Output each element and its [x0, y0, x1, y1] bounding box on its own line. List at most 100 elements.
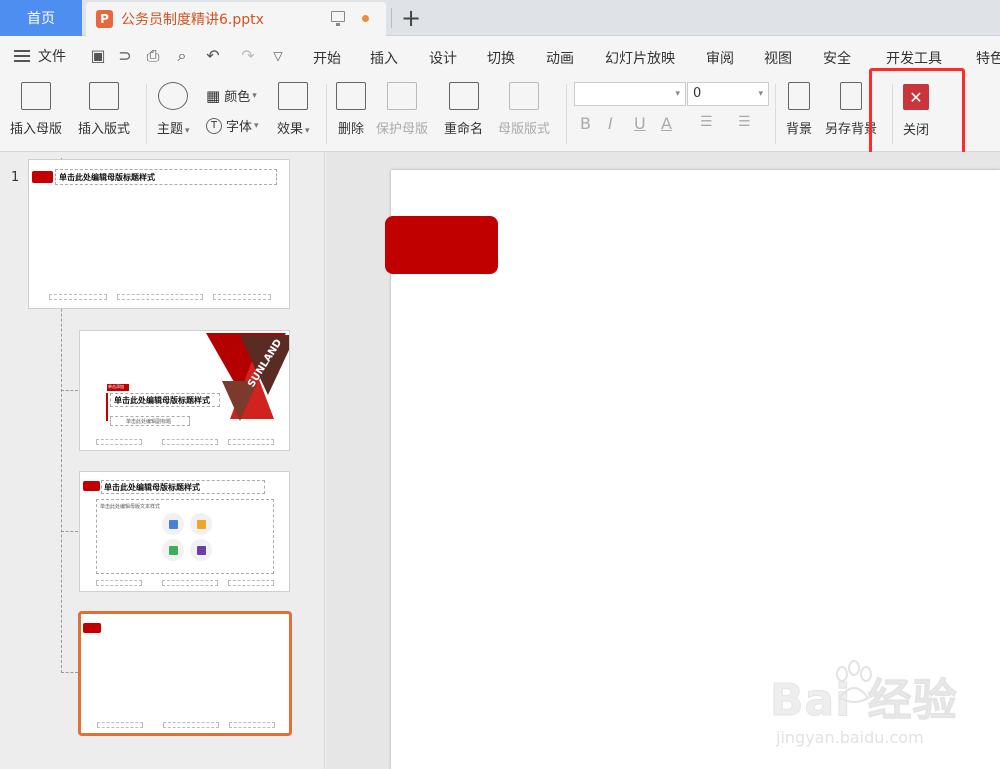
file-menu-label: 文件 [38, 49, 66, 65]
bold-button[interactable]: B [580, 114, 591, 133]
underline-button[interactable]: U [634, 114, 646, 133]
footer-placeholder [162, 580, 218, 586]
insert-layout-icon [89, 82, 119, 110]
menu-insert[interactable]: 插入 [370, 48, 398, 68]
slide-red-tag-shape[interactable] [385, 216, 498, 274]
effect-icon [278, 82, 309, 110]
file-menu-button[interactable]: 文件 [14, 46, 66, 66]
ppt-file-icon: P [96, 10, 113, 28]
italic-button[interactable]: I [608, 114, 613, 133]
footer-placeholder [49, 294, 107, 300]
menu-developer[interactable]: 开发工具 [886, 48, 942, 68]
layout-thumbnail-content[interactable]: 单击此处编辑母版标题样式 单击此处编辑母版文本样式 [79, 471, 290, 592]
bullet-list-icon[interactable]: ☰ [700, 114, 713, 130]
footer-placeholder [228, 439, 274, 445]
effect-button[interactable]: 效果 ▾ [277, 82, 310, 137]
subtitle-placeholder: 单击此处编辑副标题 [110, 416, 190, 426]
unsaved-dot-icon [362, 15, 369, 22]
red-tag-shape [83, 481, 100, 491]
tree-connector [61, 672, 78, 673]
insert-chart-icon [190, 513, 212, 535]
menu-design[interactable]: 设计 [429, 48, 457, 68]
tree-connector [61, 390, 78, 391]
ribbon-separator [775, 84, 776, 144]
footer-placeholder [162, 439, 218, 445]
menu-start[interactable]: 开始 [313, 48, 341, 68]
numbered-list-icon[interactable]: ☰ [738, 114, 751, 130]
red-tag-shape [83, 623, 101, 633]
background-button[interactable]: 背景 [786, 82, 812, 137]
highlight-annotation-box [869, 68, 965, 158]
document-title: 公务员制度精讲6.pptx [121, 12, 264, 28]
title-placeholder: 单击此处编辑母版标题样式 [101, 480, 265, 494]
color-button[interactable]: ▦ 颜色 ▾ [206, 86, 257, 106]
content-placeholder: 单击此处编辑母版文本样式 [96, 499, 274, 574]
master-layout-button[interactable]: 母版版式 [498, 82, 550, 137]
insert-table-icon [162, 539, 184, 561]
font-t-icon: T [206, 117, 222, 134]
font-name-select[interactable]: ▾ [574, 82, 686, 106]
format-painter-icon[interactable]: ⊃ [115, 46, 135, 65]
theme-button[interactable]: 主题 ▾ [157, 82, 190, 137]
save-icon[interactable]: ▣ [88, 46, 108, 65]
print-preview-icon[interactable]: ⌕ [172, 46, 192, 66]
title-tag: 单击添加 [107, 384, 129, 391]
footer-placeholder [213, 294, 271, 300]
layout-thumbnail-blank-selected[interactable] [78, 611, 292, 736]
font-button[interactable]: T 字体 ▾ [206, 116, 259, 135]
lock-icon [387, 82, 417, 110]
layout-thumbnail-title[interactable]: 单击添加 单击此处编辑母版标题样式 单击此处编辑副标题 [79, 330, 290, 451]
palette-icon [158, 82, 189, 110]
footer-placeholder [163, 722, 219, 728]
footer-placeholder [96, 580, 142, 586]
ribbon-separator [566, 84, 567, 144]
redo-icon[interactable]: ↷ [238, 46, 258, 65]
insert-master-button[interactable]: 插入母版 [10, 82, 62, 137]
color-grid-icon: ▦ [206, 86, 221, 105]
insert-master-icon [21, 82, 51, 110]
ribbon-separator [326, 84, 327, 144]
monitor-icon[interactable] [331, 11, 345, 26]
menu-bar: 文件 ▣ ⊃ ⎙ ⌕ ↶ ↷ ▽ 开始 插入 设计 切换 动画 幻灯片放映 审阅… [0, 36, 1000, 76]
master-layout-icon [509, 82, 539, 110]
tab-bar: 首页 P 公务员制度精讲6.pptx + [0, 0, 1000, 36]
rename-button[interactable]: 重命名 [444, 82, 483, 137]
protect-master-button[interactable]: 保护母版 [376, 82, 428, 137]
customize-dropdown-icon[interactable]: ▽ [268, 49, 288, 63]
footer-placeholder [97, 722, 143, 728]
title-placeholder: 单击此处编辑母版标题样式 [110, 393, 220, 407]
footer-placeholder [228, 580, 274, 586]
print-icon[interactable]: ⎙ [143, 46, 163, 66]
font-color-button[interactable]: A [661, 114, 672, 133]
slide-number: 1 [11, 170, 20, 185]
baidu-paw-icon [836, 660, 872, 703]
hamburger-icon [14, 50, 30, 62]
tab-divider [391, 8, 392, 28]
menu-slideshow[interactable]: 幻灯片放映 [605, 48, 675, 68]
ribbon-separator [146, 84, 147, 144]
delete-slide-icon [336, 82, 366, 110]
save-background-icon [840, 82, 862, 110]
menu-special[interactable]: 特色 [976, 48, 1000, 68]
menu-review[interactable]: 审阅 [706, 48, 734, 68]
tab-document[interactable]: P 公务员制度精讲6.pptx [86, 2, 386, 36]
delete-button[interactable]: 删除 [336, 82, 366, 137]
insert-layout-button[interactable]: 插入版式 [78, 82, 130, 137]
slide-master-thumbnail[interactable]: 单击此处编辑母版标题样式 [28, 159, 290, 309]
footer-placeholder [96, 439, 142, 445]
tab-home[interactable]: 首页 [0, 0, 82, 36]
background-icon [788, 82, 810, 110]
insert-picture-icon [162, 513, 184, 535]
tree-connector [61, 531, 78, 532]
font-size-select[interactable]: 0 ▾ [687, 82, 769, 106]
rename-icon [448, 82, 479, 110]
insert-video-icon [190, 539, 212, 561]
red-tag-shape [32, 171, 53, 183]
menu-security[interactable]: 安全 [823, 48, 851, 68]
footer-placeholder [117, 294, 203, 300]
menu-transition[interactable]: 切换 [487, 48, 515, 68]
undo-icon[interactable]: ↶ [203, 46, 223, 65]
menu-view[interactable]: 视图 [764, 48, 792, 68]
new-tab-button[interactable]: + [398, 4, 424, 32]
menu-animation[interactable]: 动画 [546, 48, 574, 68]
